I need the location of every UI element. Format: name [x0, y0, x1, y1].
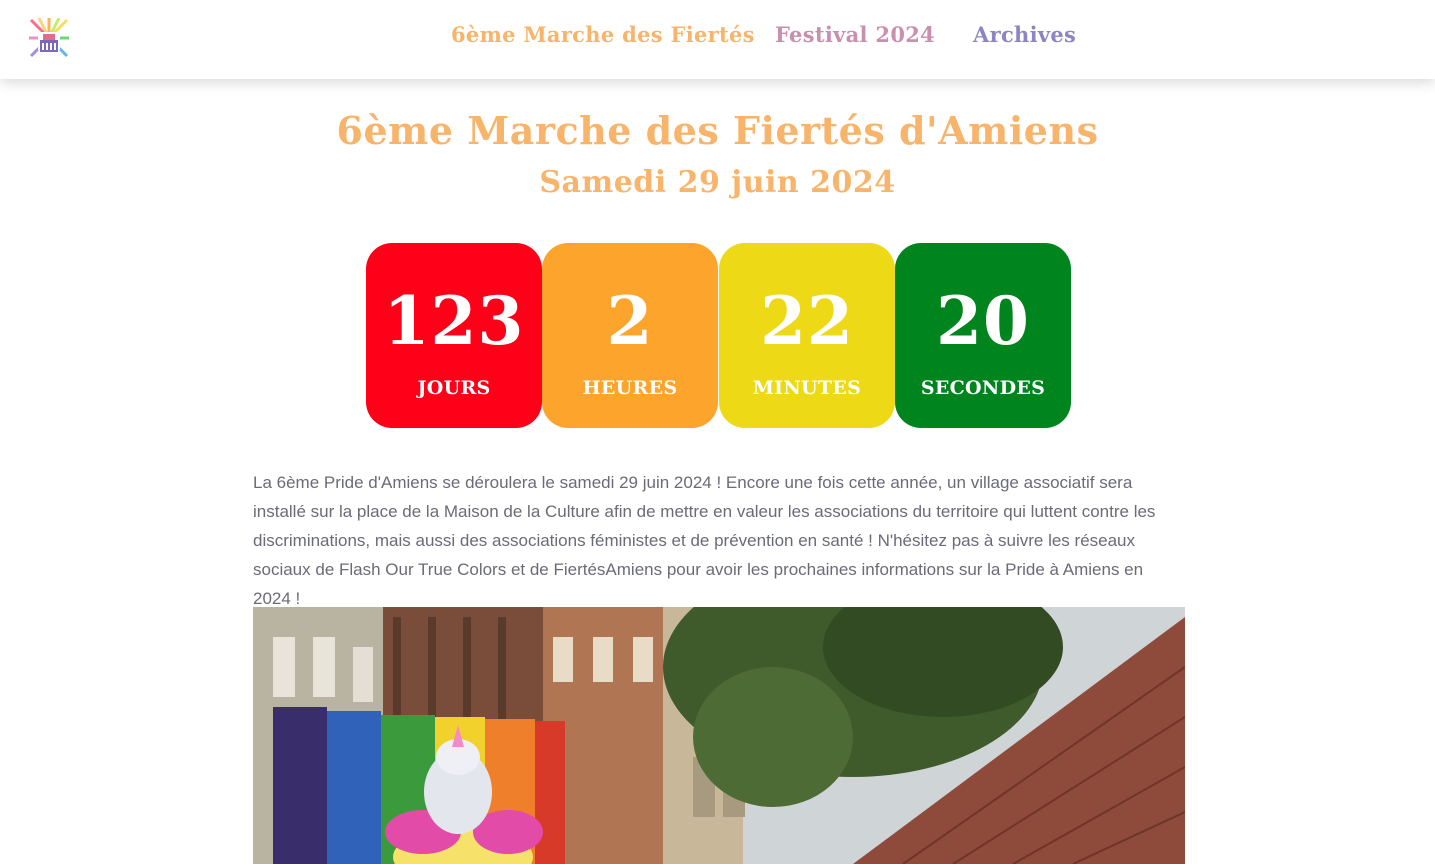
countdown-days: 123 JOURS — [366, 243, 542, 428]
site-header: 6ème Marche des Fiertés Festival 2024 Ar… — [0, 0, 1435, 79]
countdown-seconds: 20 SECONDES — [895, 243, 1071, 428]
countdown-days-value: 123 — [383, 282, 525, 360]
pride-march-photo — [253, 607, 1185, 864]
countdown-hours-value: 2 — [606, 282, 654, 360]
intro-paragraph: La 6ème Pride d'Amiens se déroulera le s… — [253, 473, 1156, 608]
countdown-seconds-value: 20 — [936, 282, 1030, 360]
main-nav: 6ème Marche des Fiertés Festival 2024 Ar… — [0, 22, 1435, 54]
nav-link-festival[interactable]: Festival 2024 — [775, 22, 935, 47]
countdown-hours: 2 HEURES — [542, 243, 718, 428]
countdown-minutes-label: MINUTES — [752, 377, 862, 399]
countdown-timer: 123 JOURS 2 HEURES 22 MINUTES 20 SECONDE… — [366, 243, 1071, 428]
countdown-minutes-value: 22 — [760, 282, 854, 360]
street-scene-image — [253, 607, 1185, 864]
countdown-days-label: JOURS — [417, 377, 491, 399]
countdown-seconds-label: SECONDES — [920, 377, 1046, 399]
nav-link-marche[interactable]: 6ème Marche des Fiertés — [451, 22, 755, 47]
countdown-minutes: 22 MINUTES — [719, 243, 895, 428]
countdown-hours-label: HEURES — [582, 377, 678, 399]
nav-link-archives[interactable]: Archives — [973, 22, 1076, 47]
page-title: 6ème Marche des Fiertés d'Amiens — [336, 108, 1099, 153]
event-date: Samedi 29 juin 2024 — [539, 165, 896, 200]
